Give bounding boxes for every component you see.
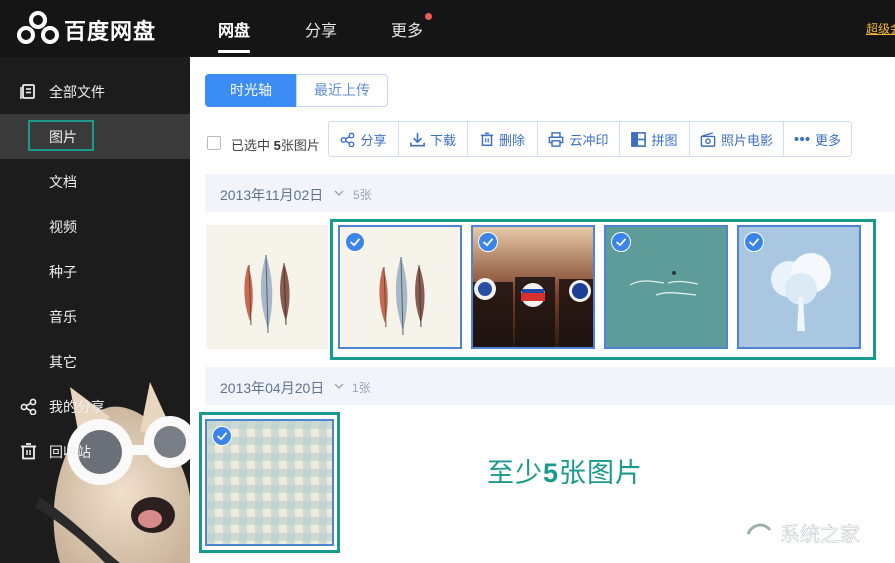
share-icon bbox=[341, 132, 355, 147]
annotation-before: 至少 bbox=[487, 458, 543, 488]
photo-movie-button[interactable]: 照片电影 bbox=[690, 122, 784, 156]
sidebar-item-torrents[interactable]: 种子 bbox=[0, 249, 190, 294]
super-member-link[interactable]: 超级会员 bbox=[866, 20, 895, 37]
delete-button[interactable]: 删除 bbox=[468, 122, 538, 156]
images-highlight-box bbox=[28, 120, 94, 151]
sidebar-item-music[interactable]: 音乐 bbox=[0, 294, 190, 339]
topnav-netdisk[interactable]: 网盘 bbox=[218, 17, 251, 53]
group-date: 2013年04月20日 bbox=[220, 380, 325, 396]
photo-thumbnail[interactable] bbox=[338, 225, 462, 349]
collage-icon bbox=[631, 131, 647, 147]
download-icon bbox=[410, 132, 425, 146]
tab-timeline[interactable]: 时光轴 bbox=[205, 74, 297, 107]
group-count: 1张 bbox=[352, 381, 371, 395]
share-button[interactable]: 分享 bbox=[329, 122, 399, 156]
share-icon bbox=[20, 398, 37, 415]
photo-thumbnail[interactable] bbox=[471, 225, 595, 349]
sidebar-item-label: 文档 bbox=[49, 174, 77, 190]
sidebar-item-label: 全部文件 bbox=[49, 84, 105, 100]
top-bar: 百度网盘 网盘 分享 更多 超级会员 bbox=[0, 0, 895, 57]
sidebar-item-documents[interactable]: 文档 bbox=[0, 159, 190, 204]
photo-thumbnail[interactable] bbox=[206, 225, 328, 349]
sidebar-item-label: 我的分享 bbox=[49, 399, 105, 415]
check-icon[interactable] bbox=[345, 232, 365, 252]
check-icon[interactable] bbox=[611, 232, 631, 252]
watermark-logo: 系统之家 bbox=[741, 522, 860, 546]
more-dots-icon bbox=[794, 137, 810, 141]
date-group-header[interactable]: 2013年04月20日 1张 bbox=[205, 367, 895, 405]
annotation-text: 至少5张图片 bbox=[487, 451, 643, 490]
photo-movie-button-label: 照片电影 bbox=[720, 132, 773, 148]
film-icon bbox=[700, 131, 716, 147]
delete-button-label: 删除 bbox=[498, 132, 525, 148]
notification-dot bbox=[425, 13, 432, 20]
selection-status: 已选中 5张图片 bbox=[231, 135, 320, 154]
annotation-after: 张图片 bbox=[559, 458, 644, 488]
selection-count: 5 bbox=[273, 138, 281, 153]
photo-thumbnail[interactable] bbox=[737, 225, 861, 349]
sidebar-item-label: 其它 bbox=[49, 354, 77, 370]
printer-icon bbox=[549, 131, 564, 147]
download-button-label: 下载 bbox=[429, 132, 456, 148]
selection-prefix: 已选中 bbox=[231, 138, 271, 153]
collage-button[interactable]: 拼图 bbox=[620, 122, 690, 156]
more-button-label: 更多 bbox=[814, 132, 841, 148]
action-toolbar: 分享 下载 删除 云冲印 拼图 照片电影 更多 bbox=[328, 121, 852, 157]
sidebar-item-label: 音乐 bbox=[49, 309, 77, 325]
check-icon[interactable] bbox=[212, 426, 232, 446]
cloud-print-button-label: 云冲印 bbox=[569, 132, 609, 148]
cloud-print-button[interactable]: 云冲印 bbox=[538, 122, 620, 156]
check-icon[interactable] bbox=[744, 232, 764, 252]
trash-icon bbox=[21, 443, 36, 460]
tab-recent-uploads[interactable]: 最近上传 bbox=[296, 74, 388, 107]
check-icon[interactable] bbox=[478, 232, 498, 252]
sidebar-item-label: 回收站 bbox=[49, 444, 91, 460]
select-all-checkbox[interactable] bbox=[207, 136, 221, 150]
main-panel: 时光轴 最近上传 已选中 5张图片 分享 下载 删除 云冲印 拼图 照片电影 更… bbox=[190, 57, 895, 563]
download-button[interactable]: 下载 bbox=[399, 122, 468, 156]
baidu-netdisk-logo-icon bbox=[17, 11, 59, 44]
sidebar-item-videos[interactable]: 视频 bbox=[0, 204, 190, 249]
sidebar-item-recycle-bin[interactable]: 回收站 bbox=[0, 429, 190, 474]
app-title: 百度网盘 bbox=[64, 19, 157, 44]
trash-icon bbox=[480, 132, 494, 146]
sidebar-item-all-files[interactable]: 全部文件 bbox=[0, 69, 190, 114]
feathers-photo bbox=[206, 225, 328, 349]
sidebar-item-label: 视频 bbox=[49, 219, 77, 235]
photo-thumbnail[interactable] bbox=[205, 419, 334, 546]
topnav-share[interactable]: 分享 bbox=[305, 17, 337, 41]
chevron-down-icon[interactable] bbox=[334, 381, 344, 391]
photo-thumbnail[interactable] bbox=[604, 225, 728, 349]
date-group-header[interactable]: 2013年11月02日 5张 bbox=[205, 174, 895, 212]
all-files-icon bbox=[20, 84, 35, 99]
more-button[interactable]: 更多 bbox=[784, 122, 851, 156]
sidebar-item-label: 种子 bbox=[49, 264, 77, 280]
annotation-number: 5 bbox=[543, 458, 560, 488]
topnav-more[interactable]: 更多 bbox=[391, 17, 423, 41]
group-date: 2013年11月02日 bbox=[220, 187, 324, 203]
chevron-down-icon[interactable] bbox=[334, 188, 344, 198]
selection-suffix: 张图片 bbox=[280, 138, 320, 153]
share-button-label: 分享 bbox=[360, 132, 387, 148]
sidebar-item-my-shares[interactable]: 我的分享 bbox=[0, 384, 190, 429]
collage-button-label: 拼图 bbox=[651, 132, 678, 148]
group-count: 5张 bbox=[353, 188, 372, 202]
sidebar-item-other[interactable]: 其它 bbox=[0, 339, 190, 384]
sidebar: 全部文件 图片 文档 视频 种子 音乐 其它 我的分享 回收站 bbox=[0, 57, 190, 563]
watermark-text: 系统之家 bbox=[780, 522, 860, 546]
